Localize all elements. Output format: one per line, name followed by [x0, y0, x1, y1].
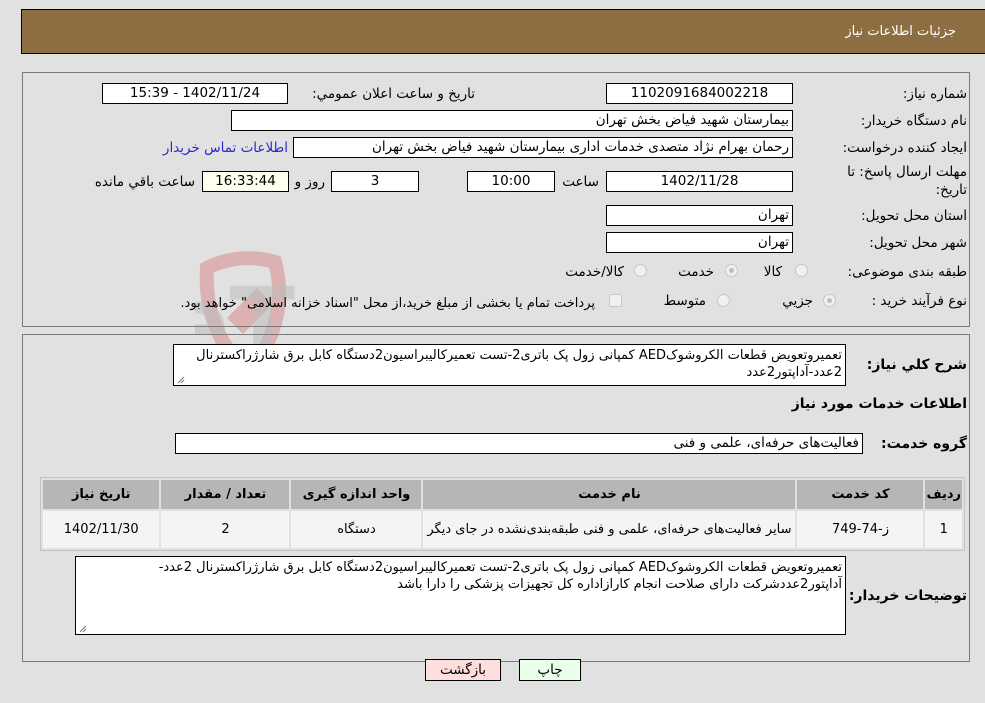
table-row: 1 ز-74-749 سایر فعالیت‌های حرفه‌ای، علمی… [43, 511, 962, 548]
col-header-service-name: نام خدمت [423, 480, 796, 509]
col-header-row-number: ردیف [925, 480, 962, 509]
days-remaining-field: 3 [331, 171, 419, 192]
city-field: تهران [606, 232, 793, 253]
col-header-quantity: تعداد / مقدار [161, 480, 290, 509]
time-remaining-label: ساعت باقي مانده [94, 174, 195, 190]
col-header-service-code: کد خدمت [797, 480, 924, 509]
category-radio-service[interactable] [725, 264, 738, 277]
deadline-label-line1: مهلت ارسال پاسخ: تا [847, 164, 967, 180]
process-radio-minor[interactable] [823, 294, 836, 307]
buyer-org-field: بیمارستان شهید فیاض بخش تهران [231, 110, 793, 131]
time-remaining-field: 16:33:44 [202, 171, 289, 192]
buyer-notes-textarea[interactable]: تعمیروتعویض قطعات الکروشوکAED کمپانی زول… [75, 556, 846, 635]
category-radio-goods[interactable] [795, 264, 808, 277]
page-title: جزئیات اطلاعات نیاز [845, 24, 956, 39]
deadline-date-field: 1402/11/28 [606, 171, 793, 192]
description-label: شرح کلي نياز: [866, 357, 967, 373]
category-option-goods-service: کالا/خدمت [565, 264, 624, 280]
time-label: ساعت [562, 174, 599, 190]
city-label: شهر محل تحویل: [869, 235, 967, 251]
deadline-label-line2: تاریخ: [935, 182, 967, 198]
deadline-time-field: 10:00 [467, 171, 555, 192]
resize-grip-icon[interactable] [176, 375, 185, 384]
services-section-title: اطلاعات خدمات مورد نیاز [791, 396, 967, 412]
description-textarea[interactable]: تعمیروتعویض قطعات الکروشوکAED کمپانی زول… [173, 344, 846, 386]
cell-quantity: 2 [161, 511, 290, 548]
announce-label: تاریخ و ساعت اعلان عمومي: [312, 86, 475, 102]
print-button[interactable]: چاپ [519, 659, 581, 681]
category-option-goods: کالا [763, 264, 782, 280]
process-option-medium: متوسط [663, 293, 706, 309]
buyer-notes-text: تعمیروتعویض قطعات الکروشوکAED کمپانی زول… [158, 560, 842, 592]
province-label: استان محل تحویل: [861, 208, 967, 224]
creator-field: رحمان بهرام نژاد متصدی خدمات اداری بیمار… [293, 137, 793, 158]
creator-label: ایجاد کننده درخواست: [842, 140, 967, 156]
need-number-label: شماره نیاز: [902, 86, 967, 102]
description-text: تعمیروتعویض قطعات الکروشوکAED کمپانی زول… [196, 348, 842, 380]
cell-need-date: 1402/11/30 [43, 511, 160, 548]
buyer-org-label: نام دستگاه خریدار: [860, 113, 967, 129]
page-header: جزئیات اطلاعات نیاز [21, 9, 985, 54]
treasury-note: پرداخت تمام یا بخشی از مبلغ خرید،از محل … [180, 296, 595, 311]
process-label: نوع فرآیند خرید : [871, 293, 967, 309]
process-option-minor: جزيي [782, 293, 813, 309]
treasury-checkbox[interactable] [609, 294, 622, 307]
process-radio-medium[interactable] [717, 294, 730, 307]
table-header-row: ردیف کد خدمت نام خدمت واحد اندازه گیری ت… [43, 480, 962, 509]
service-group-field: فعالیت‌های حرفه‌ای، علمی و فنی [175, 433, 863, 454]
service-group-label: گروه خدمت: [881, 436, 967, 452]
buyer-contact-link[interactable]: اطلاعات تماس خریدار [163, 140, 288, 156]
category-label: طبقه بندی موضوعی: [847, 264, 967, 280]
announce-datetime-field: 1402/11/24 - 15:39 [102, 83, 288, 104]
col-header-need-date: تاریخ نیاز [43, 480, 160, 509]
cell-service-name: سایر فعالیت‌های حرفه‌ای، علمی و فنی طبقه… [423, 511, 796, 548]
category-option-service: خدمت [678, 264, 714, 280]
cell-service-code: ز-74-749 [797, 511, 924, 548]
category-radio-goods-service[interactable] [634, 264, 647, 277]
resize-grip-icon[interactable] [78, 624, 87, 633]
services-table: ردیف کد خدمت نام خدمت واحد اندازه گیری ت… [40, 477, 965, 551]
cell-row-number: 1 [925, 511, 962, 548]
days-label: روز و [294, 174, 325, 190]
province-field: تهران [606, 205, 793, 226]
back-button[interactable]: بازگشت [425, 659, 501, 681]
col-header-unit: واحد اندازه گیری [291, 480, 422, 509]
need-number-field: 1102091684002218 [606, 83, 793, 104]
cell-unit: دستگاه [291, 511, 422, 548]
buyer-notes-label: توضیحات خریدار: [848, 588, 967, 604]
